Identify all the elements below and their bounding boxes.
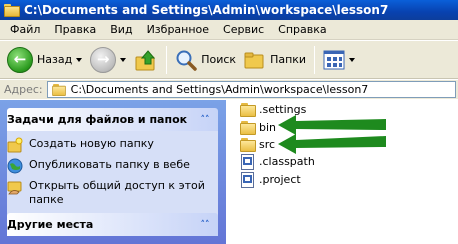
up-button[interactable]: [130, 44, 162, 76]
views-dropdown-icon[interactable]: [349, 57, 356, 62]
folder-icon: [4, 3, 20, 17]
menu-help[interactable]: Справка: [271, 23, 333, 36]
task-new-folder-label: Создать новую папку: [29, 137, 154, 150]
file-name: .classpath: [259, 155, 315, 168]
collapse-icon[interactable]: ˄˄: [198, 218, 212, 232]
address-label: Адрес:: [4, 83, 43, 96]
file-name: bin: [259, 121, 277, 134]
address-field[interactable]: C:\Documents and Settings\Admin\workspac…: [46, 81, 456, 98]
back-arrow-icon: ←: [7, 46, 33, 73]
forward-button[interactable]: →: [86, 44, 130, 76]
file-tasks-title: Задачи для файлов и папок: [7, 113, 188, 126]
task-share-folder-label: Открыть общий доступ к этой папке: [29, 179, 205, 206]
file-tasks-header[interactable]: Задачи для файлов и папок ˄˄: [7, 108, 218, 131]
address-path: C:\Documents and Settings\Admin\workspac…: [70, 83, 369, 96]
menu-file[interactable]: Файл: [3, 23, 47, 36]
menu-favorites[interactable]: Избранное: [140, 23, 216, 36]
search-button[interactable]: Поиск: [171, 44, 240, 76]
file-item[interactable]: .classpath: [240, 153, 315, 170]
title-bar: C:\Documents and Settings\Admin\workspac…: [0, 0, 458, 20]
menu-bar: Файл Правка Вид Избранное Сервис Справка: [0, 20, 458, 40]
file-item[interactable]: src: [240, 136, 275, 153]
search-icon: [176, 50, 197, 71]
task-share-folder[interactable]: Открыть общий доступ к этой папке: [7, 179, 218, 207]
file-name: .project: [259, 173, 301, 186]
file-item[interactable]: .project: [240, 171, 301, 188]
task-pane: Задачи для файлов и папок ˄˄ Создать нов…: [0, 100, 226, 244]
folder-icon: [240, 137, 256, 152]
file-item[interactable]: bin: [240, 119, 276, 136]
menu-tools[interactable]: Сервис: [216, 23, 271, 36]
views-button[interactable]: [319, 44, 359, 76]
collapse-icon[interactable]: ˄˄: [198, 113, 212, 127]
task-publish-web-label: Опубликовать папку в вебе: [29, 158, 190, 171]
menu-edit[interactable]: Правка: [47, 23, 103, 36]
document-icon: [241, 153, 254, 170]
search-label: Поиск: [201, 53, 237, 66]
folder-icon: [51, 83, 66, 96]
menu-view[interactable]: Вид: [103, 23, 139, 36]
folder-icon: [240, 102, 256, 117]
forward-dropdown-icon[interactable]: [120, 57, 127, 62]
document-icon: [241, 171, 254, 188]
back-button[interactable]: ← Назад: [3, 44, 86, 76]
globe-icon: [7, 158, 23, 174]
task-publish-web[interactable]: Опубликовать папку в вебе: [7, 158, 218, 174]
views-icon: [323, 50, 345, 69]
folders-label: Папки: [270, 53, 307, 66]
file-name: src: [259, 138, 276, 151]
file-list: .settings bin src .classpath .project: [226, 100, 458, 244]
annotation-arrow-icon: [278, 134, 386, 154]
address-bar: Адрес: C:\Documents and Settings\Admin\w…: [0, 80, 458, 99]
folder-icon: [240, 120, 256, 135]
toolbar-separator: [166, 45, 168, 74]
other-places-header[interactable]: Другие места ˄˄: [7, 213, 218, 236]
share-folder-icon: [7, 181, 22, 195]
task-new-folder[interactable]: Создать новую папку: [7, 137, 218, 153]
folders-icon: [244, 52, 264, 68]
toolbar: ← Назад → Поиск Папки: [0, 41, 458, 79]
window-title: C:\Documents and Settings\Admin\workspac…: [24, 3, 389, 17]
file-tasks-panel: Задачи для файлов и папок ˄˄ Создать нов…: [7, 108, 218, 228]
folders-button[interactable]: Папки: [240, 44, 310, 76]
toolbar-separator: [314, 45, 316, 74]
back-dropdown-icon[interactable]: [76, 57, 83, 62]
new-folder-icon: [7, 137, 23, 153]
back-label: Назад: [37, 53, 73, 66]
other-places-title: Другие места: [7, 218, 94, 231]
forward-arrow-icon: →: [90, 46, 117, 73]
folder-up-icon: [135, 49, 156, 70]
